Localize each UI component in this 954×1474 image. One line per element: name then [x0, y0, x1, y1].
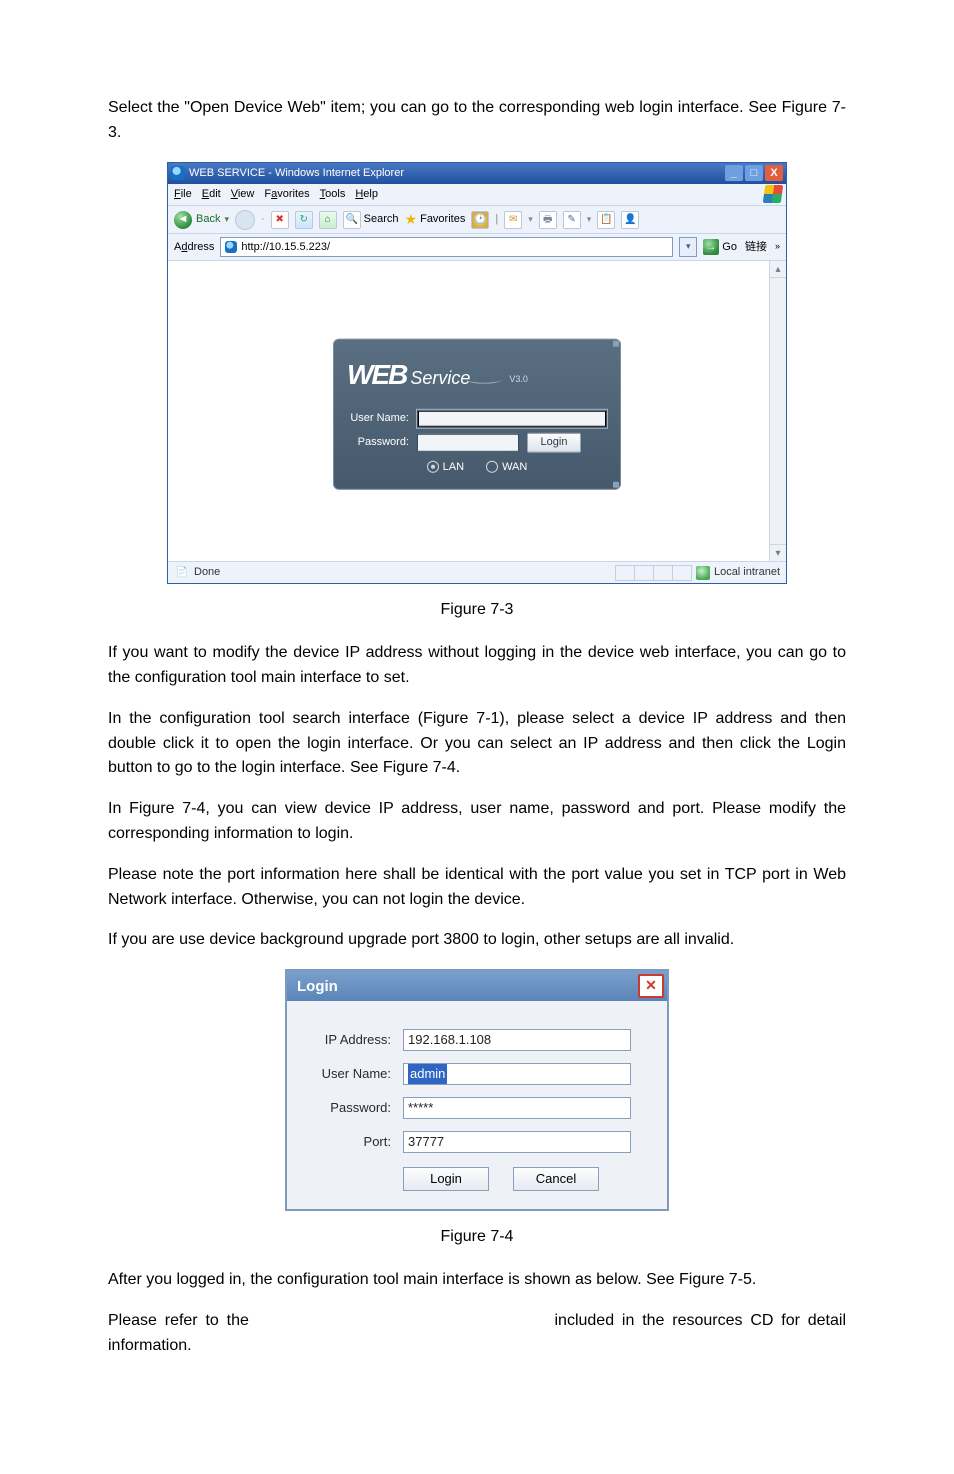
status-panes — [615, 565, 692, 581]
login-dialog: Login ✕ IP Address: 192.168.1.108 User N… — [285, 969, 669, 1211]
history-icon[interactable]: 🕑 — [471, 211, 489, 229]
menu-file[interactable]: File — [174, 186, 192, 203]
paragraph: In the configuration tool search interfa… — [108, 707, 846, 781]
figure-caption: Figure 7-3 — [108, 598, 846, 623]
ie-toolbar: ◄Back▾ · ✖ ↻ ⌂ 🔍Search ★Favorites 🕑 | ✉▾… — [168, 206, 786, 235]
scroll-down-icon[interactable]: ▾ — [770, 544, 786, 561]
forward-button[interactable] — [235, 210, 255, 230]
figure-caption: Figure 7-4 — [108, 1225, 846, 1250]
mail-icon[interactable]: ✉ — [504, 211, 522, 229]
separator: · — [261, 211, 265, 228]
paragraph: Select the "Open Device Web" item; you c… — [108, 96, 846, 146]
ie-window: WEB SERVICE - Windows Internet Explorer … — [167, 162, 787, 585]
menu-favorites[interactable]: Favorites — [264, 186, 309, 203]
login-panel: WEB Service V3.0 User Name: Password: Lo… — [333, 339, 621, 489]
url-text: http://10.15.5.223/ — [241, 239, 330, 256]
msn-icon[interactable]: 👤 — [621, 211, 639, 229]
page-content: ▴ ▾ WEB Service V3.0 User Name: Password… — [168, 261, 786, 561]
address-dropdown[interactable]: ▾ — [679, 237, 697, 257]
menu-tools[interactable]: Tools — [320, 186, 346, 203]
back-button[interactable]: ◄Back▾ — [174, 211, 229, 229]
ie-address-bar: Address http://10.15.5.223/ ▾ →Go 链接 » — [168, 234, 786, 261]
search-icon: 🔍 — [343, 211, 361, 229]
menu-view[interactable]: View — [231, 186, 255, 203]
username-input[interactable]: admin — [403, 1063, 631, 1085]
intranet-icon — [696, 566, 710, 580]
edit-icon[interactable]: ✎ — [563, 211, 581, 229]
radio-selected-icon — [427, 461, 439, 473]
scroll-up-icon[interactable]: ▴ — [770, 261, 786, 278]
close-button[interactable]: X — [765, 165, 783, 181]
login-button[interactable]: Login — [403, 1167, 489, 1191]
paragraph: Please refer to the included in the reso… — [108, 1309, 846, 1359]
ie-titlebar[interactable]: WEB SERVICE - Windows Internet Explorer … — [168, 163, 786, 184]
web-service-logo: WEB Service V3.0 — [347, 349, 607, 404]
paragraph: If you want to modify the device IP addr… — [108, 641, 846, 691]
ie-icon — [171, 166, 185, 180]
address-input[interactable]: http://10.15.5.223/ — [220, 237, 673, 257]
paragraph: If you are use device background upgrade… — [108, 928, 846, 953]
username-input[interactable] — [417, 410, 607, 428]
star-icon: ★ — [405, 209, 418, 231]
radio-icon — [486, 461, 498, 473]
ie-menubar: File Edit View Favorites Tools Help — [168, 184, 786, 206]
ip-input[interactable]: 192.168.1.108 — [403, 1029, 631, 1051]
minimize-button[interactable]: _ — [725, 165, 743, 181]
clipboard-icon[interactable]: 📋 — [597, 211, 615, 229]
paragraph: In Figure 7-4, you can view device IP ad… — [108, 797, 846, 847]
port-label: Port: — [307, 1132, 403, 1152]
corner-icon — [613, 341, 619, 347]
login-button[interactable]: Login — [527, 433, 581, 453]
status-text: Done — [194, 564, 220, 581]
dialog-title: Login — [297, 975, 338, 998]
menu-edit[interactable]: Edit — [202, 186, 221, 203]
dialog-titlebar[interactable]: Login ✕ — [287, 971, 667, 1001]
paragraph: After you logged in, the configuration t… — [108, 1268, 846, 1293]
refresh-icon[interactable]: ↻ — [295, 211, 313, 229]
favorites-button[interactable]: ★Favorites — [405, 209, 466, 231]
password-input[interactable] — [417, 434, 519, 452]
corner-icon — [613, 482, 619, 488]
password-input[interactable]: ***** — [403, 1097, 631, 1119]
done-icon: 📄 — [174, 565, 190, 581]
window-title: WEB SERVICE - Windows Internet Explorer — [189, 165, 404, 182]
address-label: Address — [174, 239, 214, 256]
go-button[interactable]: →Go — [703, 239, 737, 256]
wan-radio[interactable]: WAN — [486, 459, 527, 476]
username-label: User Name: — [347, 410, 409, 427]
home-icon[interactable]: ⌂ — [319, 211, 337, 229]
cancel-button[interactable]: Cancel — [513, 1167, 599, 1191]
stop-icon[interactable]: ✖ — [271, 211, 289, 229]
close-button[interactable]: ✕ — [638, 974, 664, 998]
ie-flag-icon — [763, 185, 784, 203]
links-label[interactable]: 链接 — [743, 239, 769, 256]
ie-status-bar: 📄Done Local intranet — [168, 561, 786, 583]
search-button[interactable]: 🔍Search — [343, 211, 399, 229]
port-input[interactable]: 37777 — [403, 1131, 631, 1153]
maximize-button[interactable]: □ — [745, 165, 763, 181]
page-icon — [225, 241, 237, 253]
print-icon[interactable]: 🖶 — [539, 211, 557, 229]
lan-radio[interactable]: LAN — [427, 459, 464, 476]
username-label: User Name: — [307, 1064, 403, 1084]
password-label: Password: — [347, 434, 409, 451]
menu-help[interactable]: Help — [355, 186, 378, 203]
ip-label: IP Address: — [307, 1030, 403, 1050]
paragraph: Please note the port information here sh… — [108, 863, 846, 913]
security-zone: Local intranet — [696, 564, 780, 581]
password-label: Password: — [307, 1098, 403, 1118]
scrollbar[interactable]: ▴ ▾ — [769, 261, 786, 561]
